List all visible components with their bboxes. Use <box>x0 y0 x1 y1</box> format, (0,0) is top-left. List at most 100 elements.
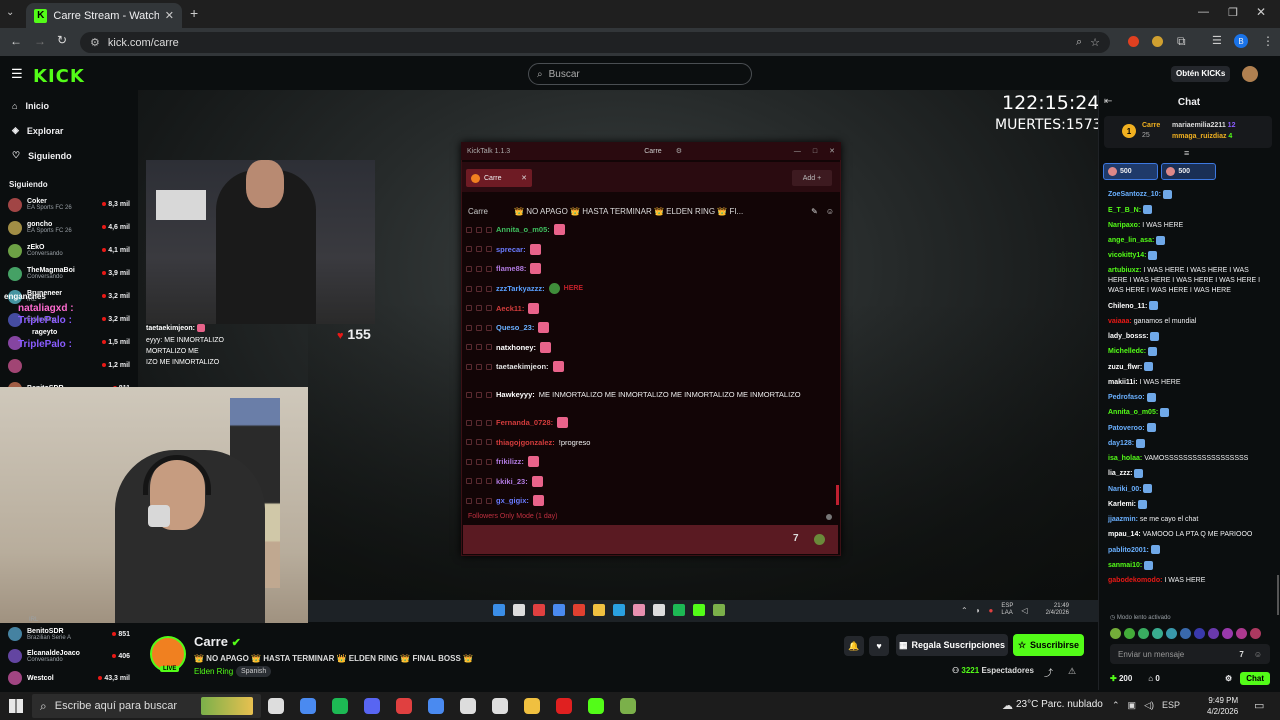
nav-inicio[interactable]: ⌂ Inicio <box>0 93 138 118</box>
chat-username[interactable]: Naripaxo: <box>1108 222 1140 229</box>
chat-username[interactable]: sanmai10: <box>1108 562 1142 569</box>
quick-emote-icon[interactable] <box>1138 628 1149 640</box>
taskbar-app-icon[interactable] <box>268 698 284 714</box>
chat-username[interactable]: day128: <box>1108 440 1134 447</box>
taskbar-app-icon[interactable] <box>428 698 444 714</box>
gift-subs-button[interactable]: ▦ Regala Suscripciones <box>896 634 1008 656</box>
kicktalk-7tv-icon[interactable]: 7 <box>793 533 799 544</box>
kicktalk-username[interactable]: sprecar: <box>496 244 526 255</box>
restore-icon[interactable]: ❐ <box>1228 6 1238 19</box>
kicktalk-username[interactable]: flame88: <box>496 263 526 274</box>
minimize-icon[interactable]: — <box>1198 6 1209 18</box>
quick-emote-icon[interactable] <box>1166 628 1177 640</box>
taskbar-app-icon[interactable] <box>524 698 540 714</box>
following-item[interactable]: 1,2 mil <box>0 354 138 377</box>
windows-start-icon[interactable] <box>9 699 23 713</box>
mod-action-icon[interactable] <box>476 458 482 465</box>
mod-action-icon[interactable] <box>466 391 472 398</box>
chat-username[interactable]: ZoeSantozz_10: <box>1108 191 1161 198</box>
mod-action-icon[interactable] <box>476 478 482 485</box>
following-item[interactable]: TheMagmaBoi Conversando 3,9 mil <box>0 262 138 285</box>
notification-bell-button[interactable]: 🔔 <box>844 636 864 656</box>
pin-expand-icon[interactable]: ≡ <box>1184 148 1189 158</box>
tab-close-icon[interactable]: ✕ <box>165 9 174 22</box>
extension-icon-2[interactable] <box>1152 36 1163 47</box>
quick-emote-icon[interactable] <box>1194 628 1205 640</box>
chevron-up-icon[interactable]: ⌃ <box>1112 700 1120 711</box>
forward-icon[interactable]: → <box>34 34 46 48</box>
kicktalk-maximize-icon[interactable]: □ <box>813 148 817 155</box>
kick-logo[interactable]: KICK <box>33 66 85 87</box>
quick-emote-icon[interactable] <box>1208 628 1219 640</box>
mod-action-icon[interactable] <box>476 305 482 312</box>
mod-action-icon[interactable] <box>486 265 492 272</box>
taskbar-lang[interactable]: ESP <box>1162 700 1180 711</box>
chat-username[interactable]: Pedrofaso: <box>1108 394 1145 401</box>
chat-settings-icon[interactable]: ⚙ <box>1225 674 1232 683</box>
quick-emote-icon[interactable] <box>1222 628 1233 640</box>
mod-action-icon[interactable] <box>466 419 472 426</box>
kicktalk-close-icon[interactable]: ✕ <box>829 147 835 155</box>
get-kicks-button[interactable]: Obtén KICKs <box>1171 66 1231 82</box>
mod-action-icon[interactable] <box>466 305 472 312</box>
mod-action-icon[interactable] <box>466 246 472 253</box>
chat-username[interactable]: artubiuxz: <box>1108 267 1141 274</box>
close-window-icon[interactable]: ✕ <box>1256 5 1266 19</box>
mod-action-icon[interactable] <box>486 458 492 465</box>
following-item[interactable]: Coker EA Sports FC 26 8,3 mil <box>0 193 138 216</box>
mod-action-icon[interactable] <box>476 391 482 398</box>
mod-action-icon[interactable] <box>486 363 492 370</box>
mod-action-icon[interactable] <box>476 363 482 370</box>
kicktalk-minimize-icon[interactable]: — <box>794 148 801 155</box>
chat-input[interactable]: Enviar un mensaje 7 ☺ <box>1110 644 1270 664</box>
mod-action-icon[interactable] <box>476 226 482 233</box>
kicktalk-username[interactable]: natxhoney: <box>496 342 536 353</box>
kicktalk-username[interactable]: Queso_23: <box>496 322 534 333</box>
mod-action-icon[interactable] <box>476 497 482 504</box>
quick-emote-icon[interactable] <box>1180 628 1191 640</box>
mod-action-icon[interactable] <box>466 478 472 485</box>
nav-siguiendo[interactable]: ♡ Siguiendo <box>0 143 138 168</box>
kicktalk-username[interactable]: frikilizz: <box>496 456 524 467</box>
extension-icon[interactable] <box>1128 36 1139 47</box>
chat-username[interactable]: vicokitty14: <box>1108 252 1147 259</box>
bookmark-star-icon[interactable]: ☆ <box>1090 36 1100 49</box>
gift-amount-button[interactable]: 500 <box>1103 163 1158 180</box>
taskbar-app-icon[interactable] <box>396 698 412 714</box>
windows-search-box[interactable]: ⌕ Escribe aquí para buscar <box>32 694 261 718</box>
address-bar[interactable]: ⚙ kick.com/carre ⌕ ☆ <box>80 32 1110 53</box>
chat-username[interactable]: Nariki_00: <box>1108 486 1141 493</box>
chat-username[interactable]: mpau_14: <box>1108 531 1141 538</box>
mod-action-icon[interactable] <box>486 419 492 426</box>
gift-leaderboard[interactable]: 1 Carre 25 mariaemilia2211 12 mmaga_ruiz… <box>1104 116 1272 148</box>
mod-action-icon[interactable] <box>486 478 492 485</box>
kicktalk-settings-icon[interactable]: ⚙ <box>676 147 682 155</box>
playlist-icon[interactable]: ☰ <box>1212 34 1222 47</box>
follow-heart-button[interactable]: ♥ <box>869 636 889 656</box>
chat-username[interactable]: lia_zzz: <box>1108 470 1133 477</box>
mod-action-icon[interactable] <box>476 419 482 426</box>
mod-action-icon[interactable] <box>466 439 472 446</box>
mod-action-icon[interactable] <box>466 497 472 504</box>
reload-icon[interactable]: ↻ <box>57 33 67 47</box>
chat-username[interactable]: gabodekomodo: <box>1108 577 1162 584</box>
following-item[interactable]: ElcanaldeJoaco Conversando 406 <box>0 645 138 667</box>
taskbar-app-icon[interactable] <box>460 698 476 714</box>
chat-username[interactable]: Chileno_11: <box>1108 303 1147 310</box>
taskbar-app-icon[interactable] <box>332 698 348 714</box>
chat-username[interactable]: lady_bosss: <box>1108 333 1148 340</box>
game-link[interactable]: Elden Ring <box>194 667 233 676</box>
quick-emote-icon[interactable] <box>1110 628 1121 640</box>
volume-icon[interactable]: ◁) <box>1144 700 1154 711</box>
language-tag[interactable]: Spanish <box>236 666 272 677</box>
mod-action-icon[interactable] <box>466 363 472 370</box>
chat-username[interactable]: ange_lin_asa: <box>1108 237 1154 244</box>
mod-action-icon[interactable] <box>466 265 472 272</box>
chat-scrollbar[interactable] <box>1277 575 1279 615</box>
mod-action-icon[interactable] <box>476 439 482 446</box>
mod-action-icon[interactable] <box>476 324 482 331</box>
mod-action-icon[interactable] <box>486 439 492 446</box>
chat-username[interactable]: Michelledc: <box>1108 348 1146 355</box>
mod-action-icon[interactable] <box>486 305 492 312</box>
kicktalk-username[interactable]: Aeck11: <box>496 303 524 314</box>
